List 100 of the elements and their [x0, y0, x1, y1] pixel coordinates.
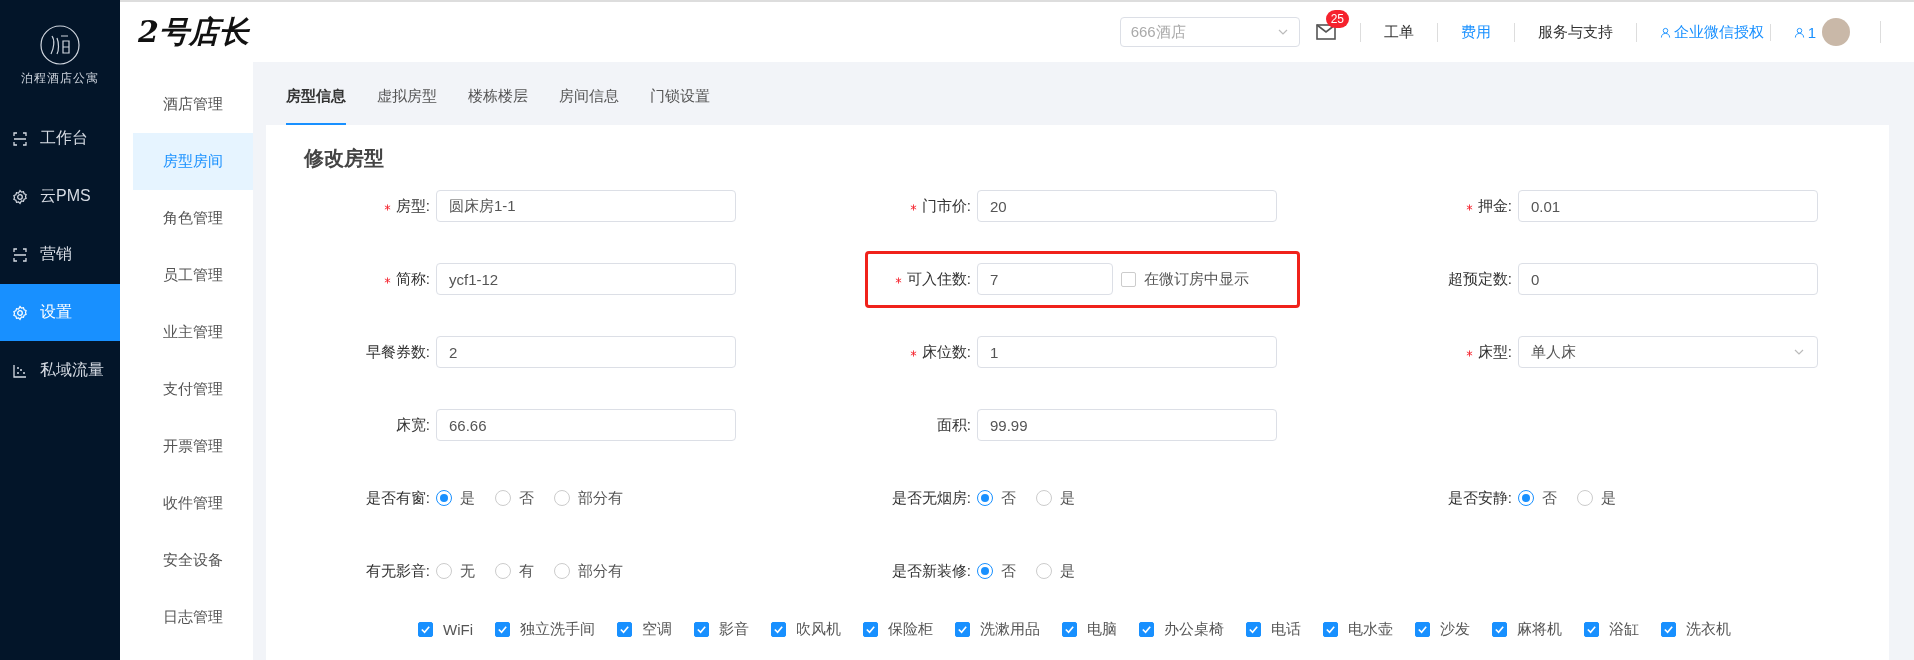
field-label: 床宽: [394, 415, 431, 435]
checkbox[interactable] [1661, 622, 1676, 637]
checkbox[interactable] [694, 622, 709, 637]
text-field[interactable]: 0 [1518, 263, 1818, 295]
checkbox[interactable] [1062, 622, 1077, 637]
nav-item[interactable]: 工作台 [0, 110, 120, 167]
checkbox[interactable] [1584, 622, 1599, 637]
checkbox[interactable] [1246, 622, 1261, 637]
text-field[interactable]: 0.01 [1518, 190, 1818, 222]
checkbox-label: 电脑 [1087, 620, 1117, 639]
radio-label: 部分有 [578, 488, 623, 508]
radio-label: 是 [1060, 561, 1075, 581]
text-field[interactable]: 20 [977, 190, 1277, 222]
logo-icon [39, 23, 81, 66]
checkbox-label: 保险柜 [888, 620, 933, 639]
check-icon [1663, 624, 1674, 635]
user-icon [1659, 26, 1671, 38]
radio-label: 有 [519, 561, 534, 581]
field-label: 简称: [266, 269, 436, 289]
submenu-item[interactable]: 角色管理 [133, 190, 253, 247]
submenu-item[interactable]: 员工管理 [133, 247, 253, 304]
mail-icon[interactable] [1315, 24, 1336, 40]
checkbox[interactable] [1323, 622, 1338, 637]
check-icon [1417, 624, 1428, 635]
field-label: 是否安静: [1446, 488, 1513, 508]
submenu-item[interactable]: 酒店管理 [133, 76, 253, 133]
checkbox-label: 办公桌椅 [1164, 620, 1224, 639]
text-field[interactable]: 66.66 [436, 409, 736, 441]
check-icon [619, 624, 630, 635]
check-icon [773, 624, 784, 635]
nav-item[interactable]: 营销 [0, 226, 120, 283]
check-icon [865, 624, 876, 635]
tab[interactable]: 房间信息 [559, 70, 619, 125]
field-label: 早餐券数: [364, 342, 431, 362]
header-link[interactable]: 服务与支持 [1513, 22, 1636, 42]
checkbox-label: 在微订房中显示 [1144, 269, 1249, 289]
field-label: 是否有窗: [364, 488, 431, 508]
field-label: 门市价: [807, 196, 977, 216]
checkbox-label: 吹风机 [796, 620, 841, 639]
radio-label: 否 [1542, 488, 1557, 508]
checkbox[interactable] [1121, 271, 1136, 287]
field-label: 是否无烟房: [890, 488, 972, 508]
submenu-item[interactable]: 收件管理 [133, 475, 253, 532]
tab[interactable]: 楼栋楼层 [468, 70, 528, 125]
checkbox[interactable] [1139, 622, 1154, 637]
nav-item[interactable]: 云PMS [0, 168, 120, 225]
checkbox-label: 浴缸 [1609, 620, 1639, 639]
check-icon [957, 624, 968, 635]
checkbox[interactable] [617, 622, 632, 637]
text-field[interactable]: 圆床房1-1 [436, 190, 736, 222]
radio-label: 是 [460, 488, 475, 508]
check-icon [1064, 624, 1075, 635]
submenu-item[interactable]: 日志管理 [133, 589, 253, 646]
select-field[interactable]: 单人床 [1518, 336, 1818, 368]
field-label: 是否新装修: [890, 561, 972, 581]
header-link[interactable]: 工单 [1359, 22, 1437, 42]
check-icon [1325, 624, 1336, 635]
nav-item[interactable]: 私域流量 [0, 342, 120, 399]
avatar[interactable] [1822, 18, 1850, 46]
tab[interactable]: 门锁设置 [650, 70, 710, 125]
check-icon [497, 624, 508, 635]
text-field[interactable]: 1 [977, 336, 1277, 368]
field-label: 可入住数: [807, 269, 977, 289]
checkbox-label: 电水壶 [1348, 620, 1393, 639]
frame-icon [12, 246, 28, 263]
field-label: 房型: [266, 196, 436, 216]
checkbox[interactable] [495, 622, 510, 637]
checkbox-label: 独立洗手间 [520, 620, 595, 639]
submenu-item[interactable]: 业主管理 [133, 304, 253, 361]
text-field[interactable]: 2 [436, 336, 736, 368]
checkbox-label: 电话 [1271, 620, 1301, 639]
field-label: 押金: [1348, 196, 1518, 216]
text-field[interactable]: 7 [977, 263, 1113, 295]
checkbox[interactable] [1415, 622, 1430, 637]
submenu-item[interactable]: 支付管理 [133, 361, 253, 418]
checkbox[interactable] [418, 622, 433, 637]
field-label: 床型: [1348, 342, 1518, 362]
field-label: 床位数: [807, 342, 977, 362]
checkbox[interactable] [1492, 622, 1507, 637]
checkbox[interactable] [955, 622, 970, 637]
text-field[interactable]: ycf1-12 [436, 263, 736, 295]
form-title: 修改房型 [303, 146, 385, 171]
submenu-item[interactable]: 开票管理 [133, 418, 253, 475]
checkbox[interactable] [863, 622, 878, 637]
checkbox-label: 影音 [719, 620, 749, 639]
check-icon [1494, 624, 1505, 635]
checkbox-label: 麻将机 [1517, 620, 1562, 639]
checkbox[interactable] [771, 622, 786, 637]
checkbox-label: 洗漱用品 [980, 620, 1040, 639]
check-icon [420, 624, 431, 635]
radio-label: 是 [1601, 488, 1616, 508]
submenu-item[interactable]: 安全设备 [133, 532, 253, 589]
check-icon [1248, 624, 1259, 635]
checkbox-label: WiFi [443, 621, 473, 638]
radio-label: 否 [519, 488, 534, 508]
tab[interactable]: 虚拟房型 [377, 70, 437, 125]
text-field[interactable]: 99.99 [977, 409, 1277, 441]
gear-icon [12, 304, 28, 321]
field-label: 有无影音: [364, 561, 431, 581]
gear-icon [12, 188, 28, 205]
